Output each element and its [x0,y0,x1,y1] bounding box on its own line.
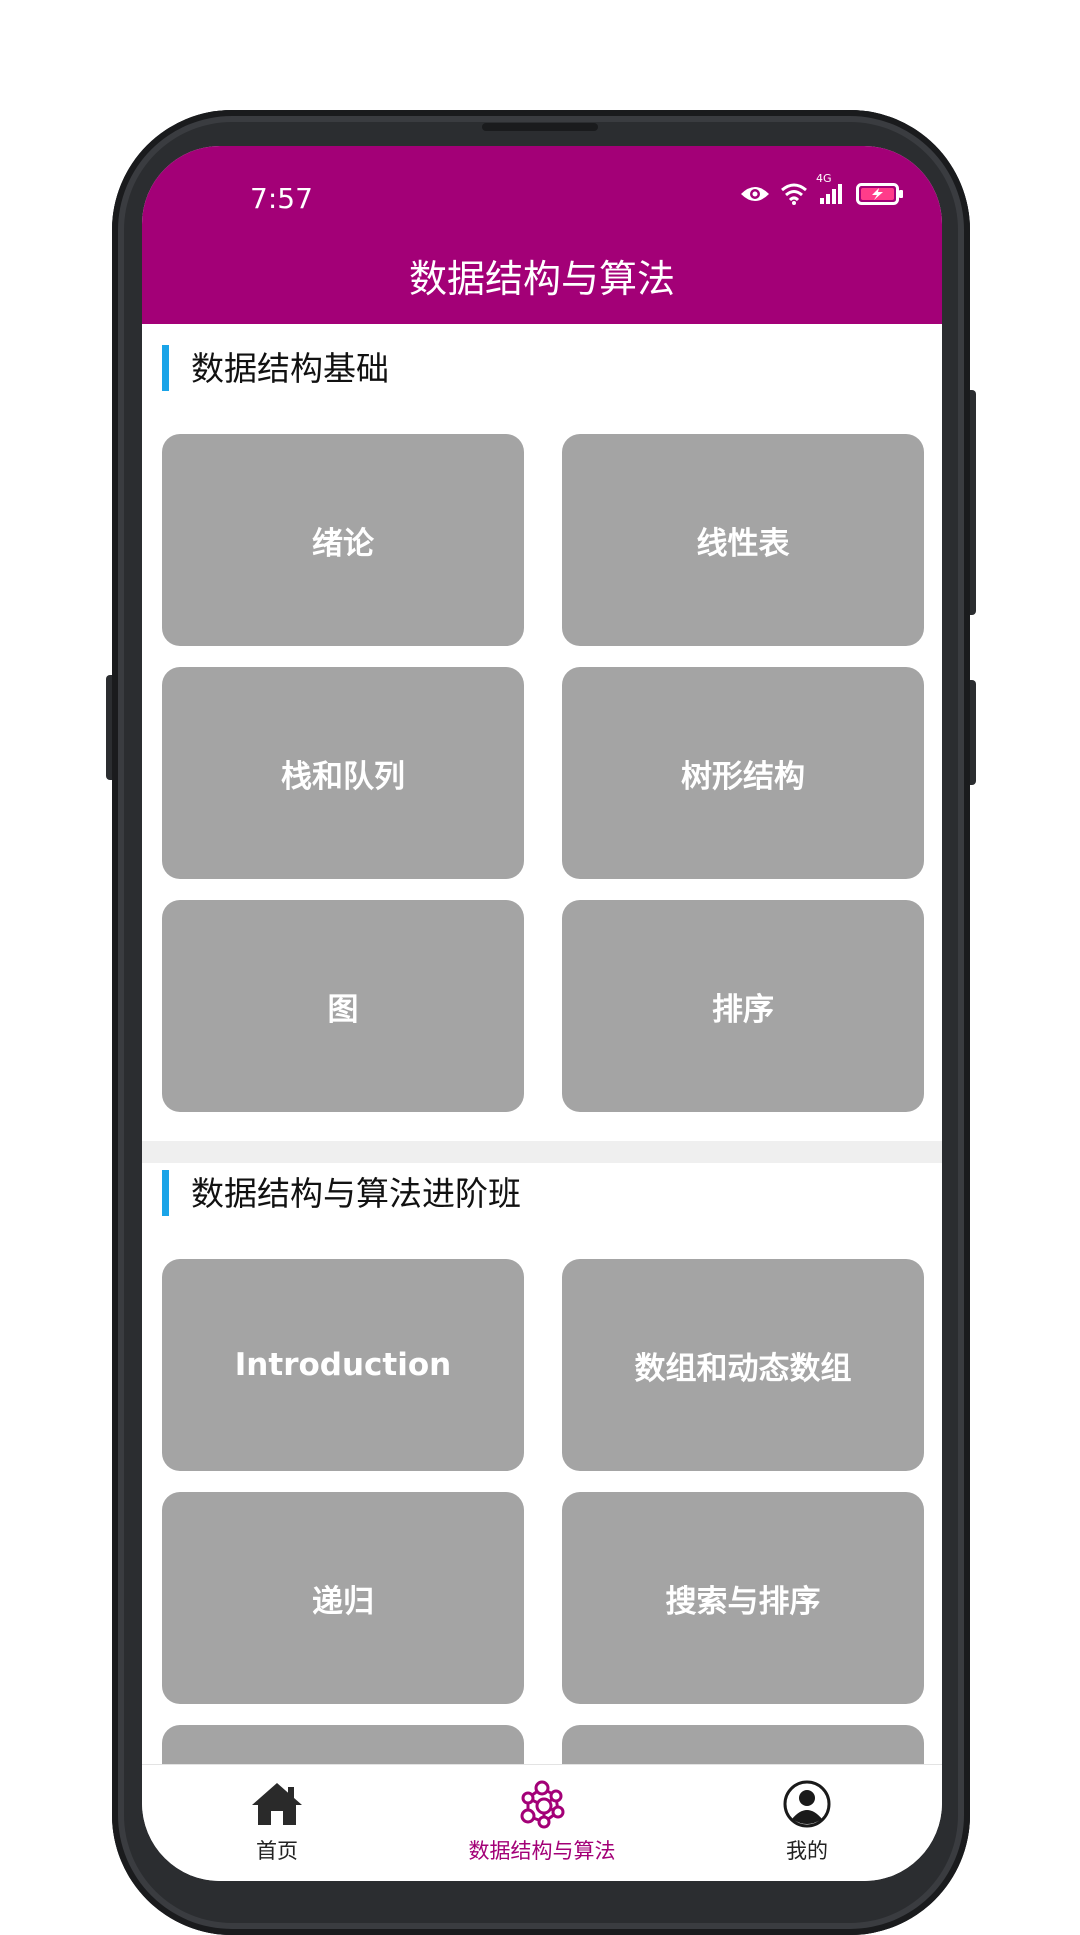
status-time: 7:57 [250,182,313,215]
tab-data-structures[interactable]: 数据结构与算法 [442,1765,642,1881]
profile-icon [782,1777,832,1831]
screen: 7:57 4G 数据结构与算法 数据结构基础 绪论 线性表 栈和队列 树形结构 … [142,146,942,1881]
course-card-introduction[interactable]: Introduction [162,1259,524,1471]
battery-icon [856,182,904,206]
tab-profile[interactable]: 我的 [752,1765,862,1881]
app-header: 7:57 4G 数据结构与算法 [142,146,942,324]
section-title: 数据结构与算法进阶班 [191,1174,521,1213]
course-card-intro[interactable]: 绪论 [162,434,524,646]
bottom-tab-bar: 首页 数据结构与算法 我的 [142,1764,942,1881]
course-card-partial[interactable] [562,1725,924,1764]
eye-icon [740,184,770,204]
network-type-label: 4G [816,172,832,185]
course-card-recursion[interactable]: 递归 [162,1492,524,1704]
course-card-partial[interactable] [162,1725,524,1764]
course-card-arrays[interactable]: 数组和动态数组 [562,1259,924,1471]
content-area[interactable]: 数据结构基础 绪论 线性表 栈和队列 树形结构 图 排序 数据结构与算法进阶班 … [142,324,942,1764]
course-card-tree[interactable]: 树形结构 [562,667,924,879]
course-card-linear-list[interactable]: 线性表 [562,434,924,646]
tab-label: 我的 [786,1839,828,1863]
course-card-stack-queue[interactable]: 栈和队列 [162,667,524,879]
section-accent-bar [162,1170,169,1216]
section-accent-bar [162,345,169,391]
course-card-search-sort[interactable]: 搜索与排序 [562,1492,924,1704]
page-title: 数据结构与算法 [408,257,675,301]
tab-label: 首页 [256,1839,298,1863]
cellular-signal-icon: 4G [816,172,846,206]
section-header-advanced: 数据结构与算法进阶班 [142,1149,942,1223]
home-icon [250,1777,304,1831]
course-card-sorting[interactable]: 排序 [562,900,924,1112]
tab-home[interactable]: 首页 [222,1765,332,1881]
tab-label: 数据结构与算法 [468,1839,616,1863]
section-title: 数据结构基础 [191,349,389,388]
section-header-basics: 数据结构基础 [142,324,942,398]
wifi-icon [780,182,808,206]
network-icon [514,1777,570,1831]
status-icons: 4G [740,172,904,206]
speaker-notch [482,123,598,131]
course-card-graph[interactable]: 图 [162,900,524,1112]
